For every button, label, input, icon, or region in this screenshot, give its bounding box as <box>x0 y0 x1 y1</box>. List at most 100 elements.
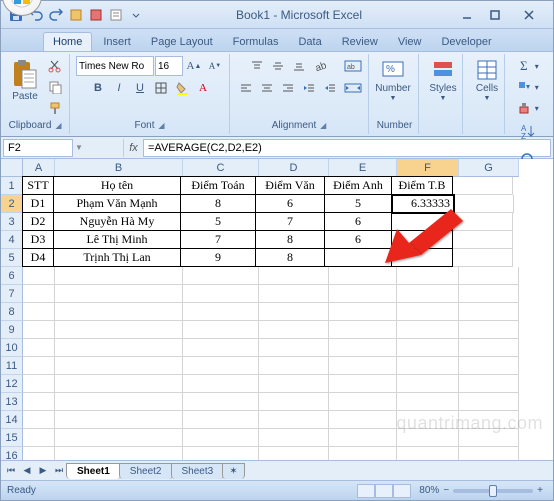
underline-button[interactable]: U <box>130 78 150 98</box>
cell-E2[interactable]: 5 <box>324 194 392 213</box>
fx-button[interactable]: fx <box>123 139 143 157</box>
cell-F1[interactable]: Điểm T.B <box>391 176 453 195</box>
cell-A7[interactable] <box>23 285 55 303</box>
cell-D2[interactable]: 6 <box>255 194 325 213</box>
cell-E7[interactable] <box>329 285 397 303</box>
cell-F14[interactable] <box>397 411 459 429</box>
cell-E12[interactable] <box>329 375 397 393</box>
cell-F6[interactable] <box>397 267 459 285</box>
row-header-15[interactable]: 15 <box>1 429 23 447</box>
cell-A15[interactable] <box>23 429 55 447</box>
cell-G13[interactable] <box>459 393 519 411</box>
cell-F2[interactable]: 6.33333 <box>392 195 454 213</box>
cell-C1[interactable]: Điểm Toán <box>180 176 256 195</box>
row-header-8[interactable]: 8 <box>1 303 23 321</box>
cell-F9[interactable] <box>397 321 459 339</box>
cell-A13[interactable] <box>23 393 55 411</box>
cell-E3[interactable]: 6 <box>324 212 392 231</box>
sheet-tab-2[interactable]: Sheet2 <box>119 463 173 479</box>
row-header-11[interactable]: 11 <box>1 357 23 375</box>
cell-C15[interactable] <box>183 429 259 447</box>
row-header-1[interactable]: 1 <box>1 177 23 195</box>
clear-icon[interactable] <box>514 98 534 118</box>
cell-F7[interactable] <box>397 285 459 303</box>
formula-bar[interactable]: =AVERAGE(C2,D2,E2) <box>143 139 551 157</box>
redo-icon[interactable] <box>47 6 65 24</box>
cell-E1[interactable]: Điểm Anh <box>324 176 392 195</box>
cell-A12[interactable] <box>23 375 55 393</box>
cell-C14[interactable] <box>183 411 259 429</box>
cell-B8[interactable] <box>55 303 183 321</box>
cell-A3[interactable]: D2 <box>22 212 54 231</box>
cell-F15[interactable] <box>397 429 459 447</box>
col-header-D[interactable]: D <box>259 159 329 177</box>
cell-D3[interactable]: 7 <box>255 212 325 231</box>
cell-C6[interactable] <box>183 267 259 285</box>
cell-G7[interactable] <box>459 285 519 303</box>
cell-B1[interactable]: Họ tên <box>53 176 181 195</box>
cell-D6[interactable] <box>259 267 329 285</box>
cell-D13[interactable] <box>259 393 329 411</box>
cell-A5[interactable]: D4 <box>22 248 54 267</box>
minimize-button[interactable] <box>453 5 481 25</box>
qat-dropdown-icon[interactable] <box>127 6 145 24</box>
row-header-12[interactable]: 12 <box>1 375 23 393</box>
cell-G12[interactable] <box>459 375 519 393</box>
sheet-nav-last-icon[interactable]: ⏭ <box>51 463 67 479</box>
row-header-6[interactable]: 6 <box>1 267 23 285</box>
cell-G4[interactable] <box>453 231 513 249</box>
cell-G15[interactable] <box>459 429 519 447</box>
font-dialog-launcher[interactable]: ◢ <box>157 121 167 131</box>
cell-E6[interactable] <box>329 267 397 285</box>
tab-formulas[interactable]: Formulas <box>224 33 288 51</box>
cell-F13[interactable] <box>397 393 459 411</box>
zoom-in-button[interactable]: + <box>537 485 543 496</box>
tab-insert[interactable]: Insert <box>94 33 140 51</box>
cell-B12[interactable] <box>55 375 183 393</box>
cell-A9[interactable] <box>23 321 55 339</box>
sheet-nav-next-icon[interactable]: ▶ <box>35 463 51 479</box>
qat-icon-2[interactable] <box>87 6 105 24</box>
row-header-16[interactable]: 16 <box>1 447 23 460</box>
cell-G16[interactable] <box>459 447 519 460</box>
cell-F16[interactable] <box>397 447 459 460</box>
new-sheet-icon[interactable]: ✶ <box>222 463 244 479</box>
cell-A10[interactable] <box>23 339 55 357</box>
col-header-C[interactable]: C <box>183 159 259 177</box>
row-header-10[interactable]: 10 <box>1 339 23 357</box>
cell-B3[interactable]: Nguyễn Hà My <box>53 212 181 231</box>
cell-D11[interactable] <box>259 357 329 375</box>
cell-C2[interactable]: 8 <box>180 194 256 213</box>
col-header-B[interactable]: B <box>55 159 183 177</box>
row-header-7[interactable]: 7 <box>1 285 23 303</box>
cell-E16[interactable] <box>329 447 397 460</box>
cell-C9[interactable] <box>183 321 259 339</box>
clipboard-dialog-launcher[interactable]: ◢ <box>53 121 63 131</box>
cell-C10[interactable] <box>183 339 259 357</box>
align-middle-icon[interactable] <box>268 56 288 76</box>
cell-F3[interactable] <box>391 212 453 231</box>
view-page-break-icon[interactable] <box>393 484 411 498</box>
cell-A8[interactable] <box>23 303 55 321</box>
sort-filter-icon[interactable]: AZ <box>517 118 539 146</box>
zoom-slider[interactable] <box>453 489 533 493</box>
sheet-tab-3[interactable]: Sheet3 <box>171 463 225 479</box>
cell-E14[interactable] <box>329 411 397 429</box>
align-right-icon[interactable] <box>278 78 298 98</box>
cell-G6[interactable] <box>459 267 519 285</box>
row-header-3[interactable]: 3 <box>1 213 23 231</box>
cell-D4[interactable]: 8 <box>255 230 325 249</box>
view-page-layout-icon[interactable] <box>375 484 393 498</box>
cell-E8[interactable] <box>329 303 397 321</box>
cell-A16[interactable] <box>23 447 55 460</box>
align-center-icon[interactable] <box>257 78 277 98</box>
cell-E4[interactable]: 6 <box>324 230 392 249</box>
cell-F11[interactable] <box>397 357 459 375</box>
align-bottom-icon[interactable] <box>289 56 309 76</box>
name-box[interactable]: F2 <box>3 139 73 157</box>
font-size-combo[interactable]: 16 <box>155 56 183 76</box>
cell-D15[interactable] <box>259 429 329 447</box>
row-header-13[interactable]: 13 <box>1 393 23 411</box>
row-header-4[interactable]: 4 <box>1 231 23 249</box>
view-normal-icon[interactable] <box>357 484 375 498</box>
